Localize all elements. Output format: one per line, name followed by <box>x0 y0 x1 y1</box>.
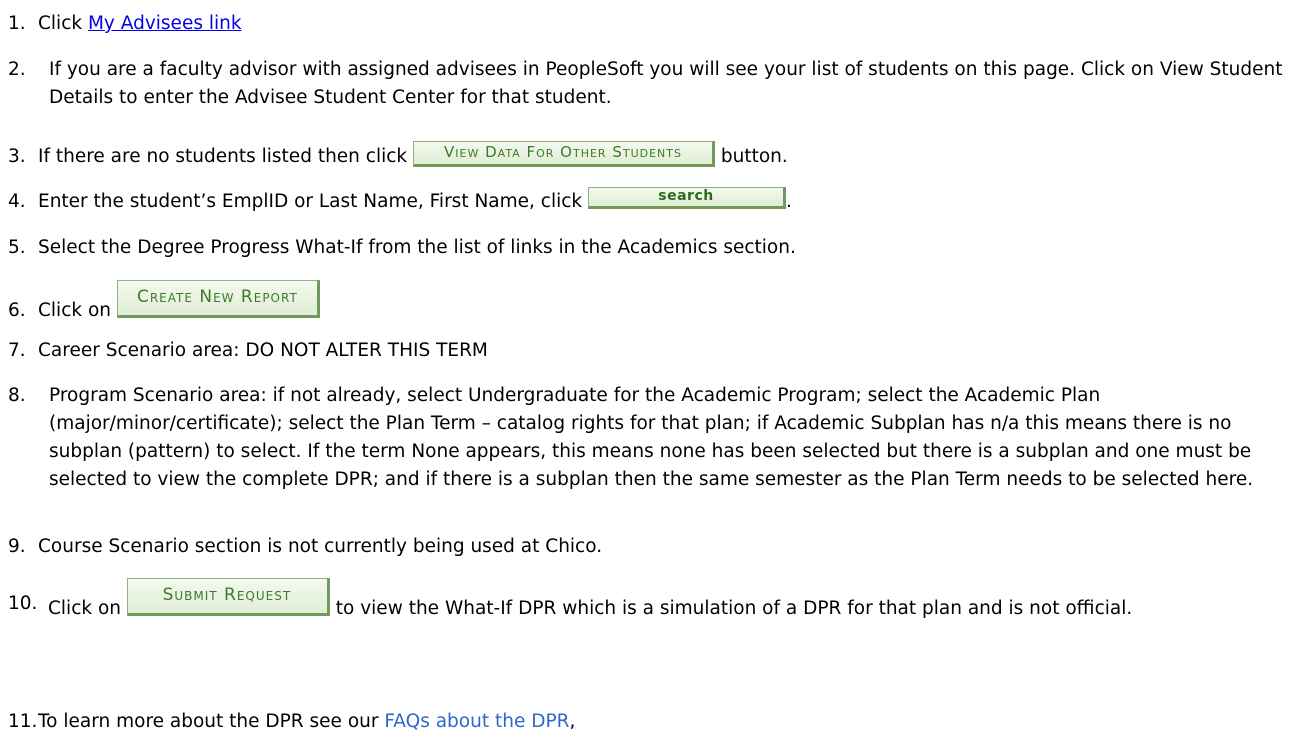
step-10: 10. Click on Submit Request to view the … <box>8 578 1298 628</box>
step-number: 6. <box>8 300 26 321</box>
step-5: 5. Select the Degree Progress What-If fro… <box>8 234 1298 262</box>
step-number: 2. <box>8 59 26 80</box>
step-text-after: , <box>569 711 576 732</box>
step-text: If there are no students listed then cli… <box>38 146 413 167</box>
step-3: 3. If there are no students listed then c… <box>8 141 1298 171</box>
instructions-page: 1. Click My Advisees link 2. If you are a… <box>0 0 1308 750</box>
step-text-after: to view the What-If DPR which is a simul… <box>329 598 1133 619</box>
step-6: 6. Click on Create New Report <box>8 280 1298 330</box>
step-number: 11. <box>8 711 38 732</box>
step-number: 8. <box>8 385 26 406</box>
step-text: Program Scenario area: if not already, s… <box>49 385 1254 490</box>
step-text: Click <box>38 13 88 34</box>
step-number: 5. <box>8 237 26 258</box>
step-number: 7. <box>8 340 26 361</box>
view-data-for-other-students-button[interactable]: View Data For Other Students <box>413 141 715 167</box>
step-number: 3. <box>8 146 26 167</box>
step-text: Click on <box>48 598 127 619</box>
step-number: 9. <box>8 536 26 557</box>
my-advisees-link[interactable]: My Advisees link <box>88 13 242 34</box>
search-button[interactable]: search <box>588 187 787 209</box>
step-text: Select the Degree Progress What-If from … <box>38 237 796 258</box>
step-4: 4. Enter the student’s EmplID or Last Nam… <box>8 187 1298 216</box>
step-number: 4. <box>8 191 26 212</box>
step-number: 10. <box>8 593 38 614</box>
step-9: 9. Course Scenario section is not current… <box>8 533 1298 561</box>
step-text: Course Scenario section is not currently… <box>38 536 603 557</box>
step-number: 1. <box>8 13 26 34</box>
step-text: Enter the student’s EmplID or Last Name,… <box>38 191 589 212</box>
step-text: If you are a faculty advisor with assign… <box>49 59 1283 108</box>
step-text-after: button. <box>715 146 788 167</box>
step-2: 2. If you are a faculty advisor with ass… <box>8 56 1298 112</box>
step-1: 1. Click My Advisees link <box>8 10 1298 38</box>
step-text-after: . <box>786 191 792 212</box>
faqs-about-dpr-link[interactable]: FAQs about the DPR <box>384 711 569 732</box>
step-text: Career Scenario area: DO NOT ALTER THIS … <box>38 340 488 361</box>
submit-request-button[interactable]: Submit Request <box>126 578 330 616</box>
step-text: To learn more about the DPR see our <box>38 711 385 732</box>
create-new-report-button[interactable]: Create New Report <box>116 280 320 318</box>
step-body: Click on Submit Request to view the What… <box>8 578 1298 628</box>
step-11: 11.To learn more about the DPR see our F… <box>8 708 1298 736</box>
step-text: Click on <box>38 300 117 321</box>
step-7: 7. Career Scenario area: DO NOT ALTER THI… <box>8 337 1298 365</box>
step-8: 8. Program Scenario area: if not already… <box>8 382 1298 494</box>
